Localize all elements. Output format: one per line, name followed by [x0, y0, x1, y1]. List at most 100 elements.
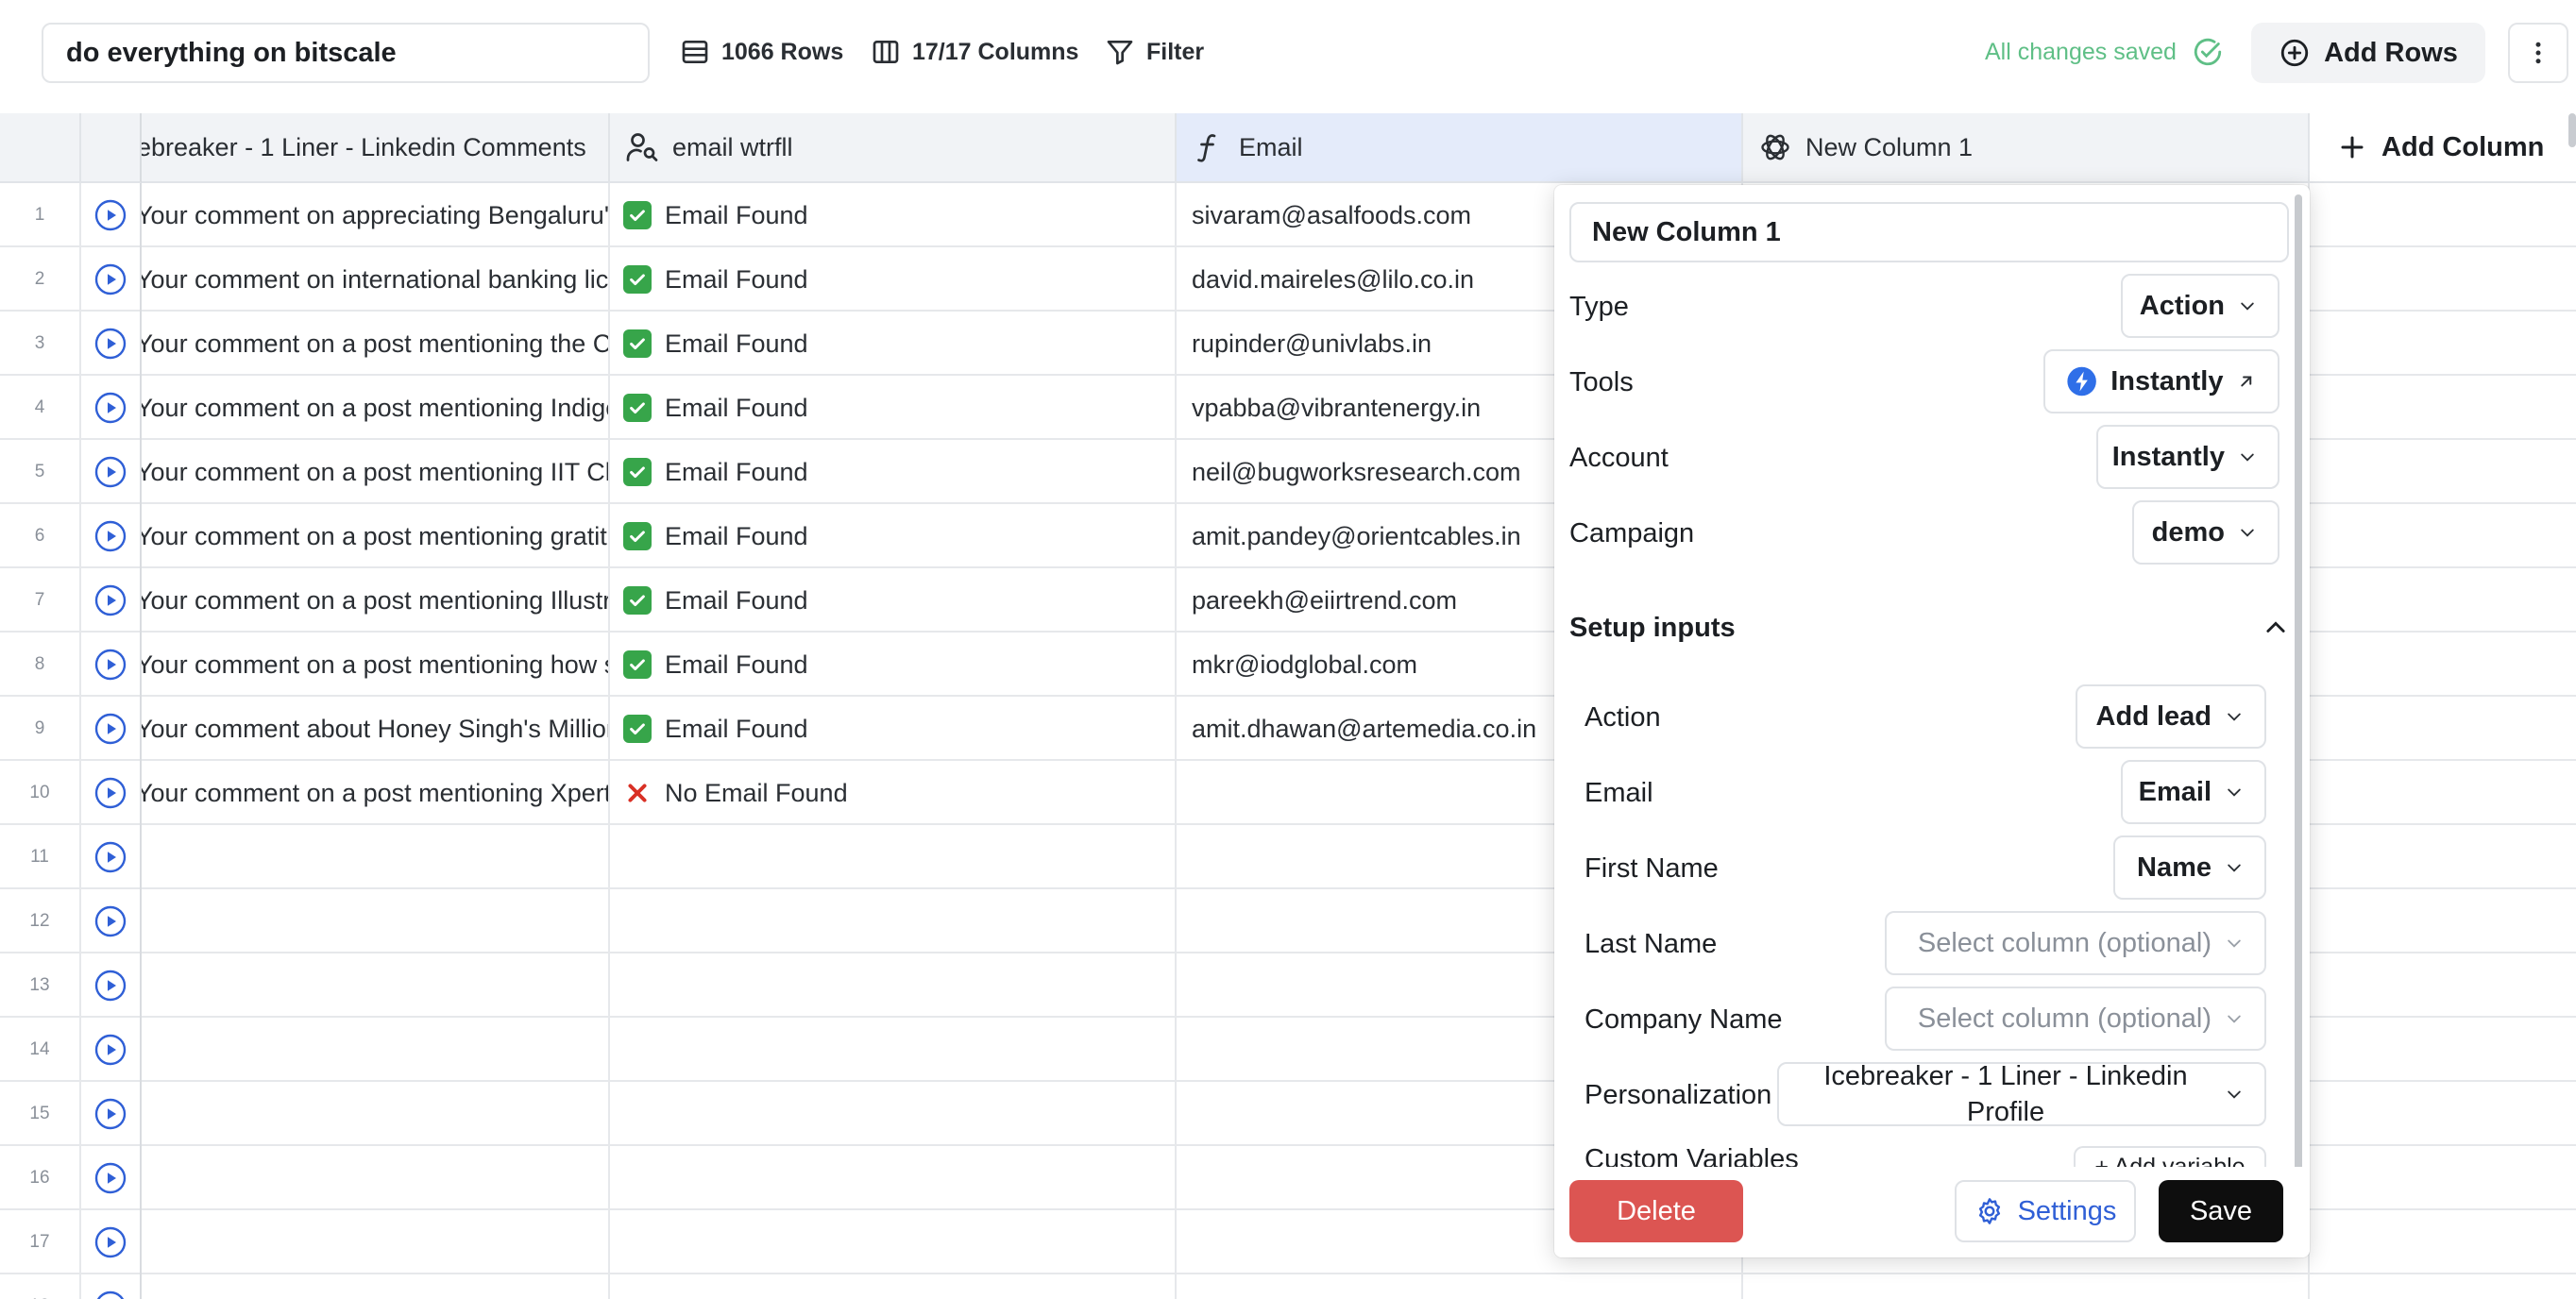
play-circle-icon[interactable] [93, 840, 127, 874]
icebreaker-cell[interactable]: Your comment on a post mentioning the C [142, 312, 610, 376]
icebreaker-cell[interactable] [142, 1274, 610, 1299]
action-dropdown[interactable]: Add lead [2076, 684, 2266, 749]
email-waterfall-cell[interactable]: Email Found [610, 440, 1177, 504]
last-name-dropdown[interactable]: Select column (optional) [1885, 911, 2266, 975]
icebreaker-cell[interactable]: Your comment on a post mentioning Illust… [142, 568, 610, 633]
email-waterfall-cell[interactable] [610, 1018, 1177, 1082]
grid-scrollbar[interactable] [2568, 113, 2576, 147]
play-circle-icon[interactable] [93, 1225, 127, 1259]
play-circle-icon[interactable] [93, 391, 127, 425]
rows-button[interactable]: 1066 Rows [680, 28, 843, 76]
icebreaker-cell[interactable] [142, 825, 610, 889]
email-waterfall-cell[interactable]: Email Found [610, 568, 1177, 633]
icebreaker-cell[interactable] [142, 1146, 610, 1210]
play-circle-icon[interactable] [93, 1097, 127, 1131]
play-circle-icon[interactable] [93, 583, 127, 617]
email-waterfall-cell[interactable] [610, 1210, 1177, 1274]
save-button[interactable]: Save [2159, 1180, 2283, 1242]
personalization-dropdown[interactable]: Icebreaker - 1 Liner - Linkedin Profile [1777, 1061, 2266, 1127]
account-dropdown[interactable]: Instantly [2096, 425, 2279, 489]
play-circle-icon[interactable] [93, 1033, 127, 1067]
email-waterfall-cell[interactable]: Email Found [610, 504, 1177, 568]
play-circle-icon[interactable] [93, 776, 127, 810]
icebreaker-cell[interactable] [142, 1018, 610, 1082]
icebreaker-cell[interactable]: Your comment on a post mentioning how s [142, 633, 610, 697]
email-cell[interactable] [1177, 1274, 1743, 1299]
row-number: 8 [0, 633, 81, 697]
icebreaker-cell[interactable]: Your comment on appreciating Bengaluru's [142, 183, 610, 247]
play-circle-icon[interactable] [93, 327, 127, 361]
first-name-dropdown[interactable]: Name [2113, 835, 2266, 900]
icebreaker-cell[interactable]: Your comment on a post mentioning gratit [142, 504, 610, 568]
more-options-button[interactable] [2508, 23, 2568, 83]
email-waterfall-cell[interactable]: No Email Found [610, 761, 1177, 825]
email-status-text: Email Found [665, 329, 808, 358]
email-status-text: Email Found [665, 714, 808, 743]
column-name-input[interactable] [1569, 202, 2289, 262]
check-mark-icon [623, 650, 652, 679]
settings-button[interactable]: Settings [1955, 1180, 2136, 1242]
email-waterfall-cell[interactable] [610, 889, 1177, 953]
empty-cell [2310, 504, 2576, 568]
add-column-button[interactable]: Add Column [2310, 113, 2576, 183]
row-number: 12 [0, 889, 81, 953]
play-circle-icon[interactable] [93, 262, 127, 296]
column-header-email[interactable]: Email [1177, 113, 1743, 183]
email-waterfall-cell[interactable]: Email Found [610, 633, 1177, 697]
column-header-new-column[interactable]: New Column 1 [1743, 113, 2310, 183]
icebreaker-cell[interactable] [142, 1082, 610, 1146]
icebreaker-cell[interactable] [142, 889, 610, 953]
company-name-dropdown[interactable]: Select column (optional) [1885, 987, 2266, 1051]
email-waterfall-cell[interactable] [610, 1082, 1177, 1146]
add-rows-button[interactable]: Add Rows [2251, 23, 2485, 83]
column-header-email-waterfall[interactable]: email wtrfll [610, 113, 1177, 183]
email-waterfall-cell[interactable]: Email Found [610, 183, 1177, 247]
email-waterfall-cell[interactable] [610, 953, 1177, 1018]
play-circle-icon[interactable] [93, 519, 127, 553]
play-circle-icon[interactable] [93, 1290, 127, 1299]
icebreaker-cell[interactable]: Your comment on a post mentioning IIT Ch [142, 440, 610, 504]
filter-button[interactable]: Filter [1105, 28, 1204, 76]
email-waterfall-cell[interactable]: Email Found [610, 697, 1177, 761]
email-waterfall-cell[interactable] [610, 825, 1177, 889]
icebreaker-cell[interactable]: Your comment on a post mentioning Indigo [142, 376, 610, 440]
email-input-dropdown[interactable]: Email [2121, 760, 2266, 824]
play-circle-icon[interactable] [93, 198, 127, 232]
icebreaker-cell[interactable] [142, 1210, 610, 1274]
columns-button[interactable]: 17/17 Columns [871, 28, 1078, 76]
type-dropdown[interactable]: Action [2121, 274, 2279, 338]
email-waterfall-cell[interactable] [610, 1146, 1177, 1210]
email-text: amit.dhawan@artemedia.co.in [1192, 714, 1537, 743]
icebreaker-cell[interactable]: Your comment about Honey Singh's Million [142, 697, 610, 761]
email-waterfall-cell[interactable]: Email Found [610, 312, 1177, 376]
email-text: vpabba@vibrantenergy.in [1192, 393, 1482, 422]
new-column-cell[interactable] [1743, 1274, 2310, 1299]
arrow-up-right-icon [2241, 376, 2252, 387]
column-header-icebreaker[interactable]: Icebreaker - 1 Liner - Linkedin Comments [142, 113, 610, 183]
setup-inputs-section-toggle[interactable]: Setup inputs [1569, 595, 2289, 661]
campaign-dropdown[interactable]: demo [2132, 500, 2279, 565]
icebreaker-cell[interactable]: Your comment on a post mentioning Xpert [142, 761, 610, 825]
icebreaker-cell[interactable]: Your comment on international banking li… [142, 247, 610, 312]
icebreaker-text: Your comment on a post mentioning Indigo [142, 393, 610, 422]
play-circle-icon[interactable] [93, 648, 127, 682]
email-status-text: No Email Found [665, 778, 848, 807]
email-waterfall-cell[interactable]: Email Found [610, 376, 1177, 440]
play-circle-icon[interactable] [93, 712, 127, 746]
chevron-up-icon [2266, 621, 2285, 633]
play-circle-icon[interactable] [93, 1161, 127, 1195]
email-text: sivaram@asalfoods.com [1192, 200, 1472, 229]
table-name-input[interactable] [42, 23, 650, 83]
run-row-cell [81, 376, 142, 440]
tools-button[interactable]: Instantly [2043, 349, 2279, 413]
email-waterfall-cell[interactable] [610, 1274, 1177, 1299]
icebreaker-cell[interactable] [142, 953, 610, 1018]
play-circle-icon[interactable] [93, 455, 127, 489]
delete-button[interactable]: Delete [1569, 1180, 1743, 1242]
email-waterfall-cell[interactable]: Email Found [610, 247, 1177, 312]
play-circle-icon[interactable] [93, 904, 127, 938]
play-circle-icon[interactable] [93, 969, 127, 1003]
add-variable-button[interactable]: + Add variable [2074, 1146, 2266, 1167]
run-row-cell [81, 697, 142, 761]
panel-scrollbar[interactable] [2295, 194, 2302, 1176]
